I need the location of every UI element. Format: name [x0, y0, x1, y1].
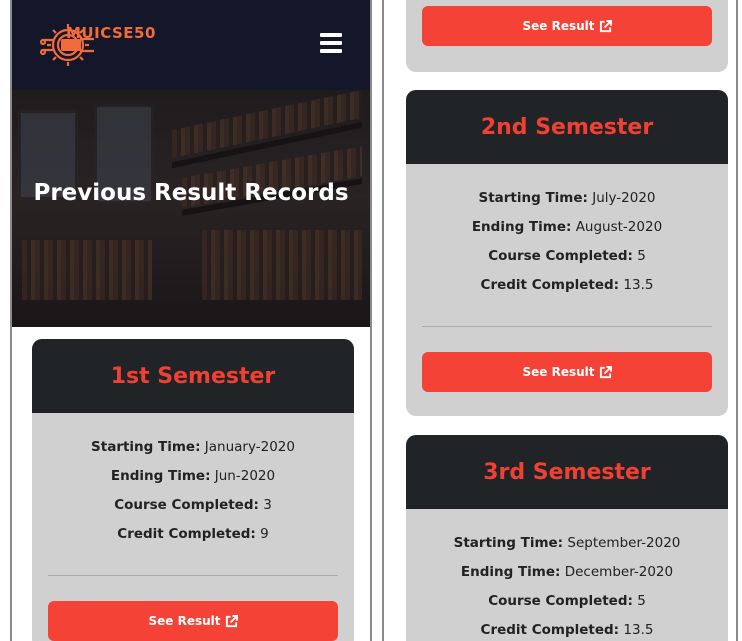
credit-completed-label: Credit Completed:	[480, 277, 620, 293]
ending-time-value: December-2020	[564, 564, 674, 580]
page-title: Previous Result Records	[33, 180, 349, 206]
card-header: 3rd Semester	[406, 435, 728, 509]
see-result-button[interactable]: See Result	[422, 352, 712, 392]
course-completed-label: Course Completed:	[114, 497, 259, 513]
starting-time-value: July-2020	[592, 190, 656, 206]
semester-title: 2nd Semester	[480, 114, 654, 140]
logo-text: MUICSE50	[66, 24, 156, 42]
starting-time-label: Starting Time:	[478, 190, 588, 206]
left-screen: MUICSE50 Previous Result Records 1st Sem…	[10, 0, 372, 641]
external-link-icon	[599, 19, 612, 32]
ending-time-value: Jun-2020	[214, 468, 276, 484]
course-completed-value: 5	[637, 248, 646, 264]
ending-time-label: Ending Time:	[460, 564, 561, 580]
semester-card-2: 2nd Semester Starting Time: July-2020 En…	[406, 90, 728, 416]
external-link-icon	[599, 365, 612, 378]
hero-banner: Previous Result Records	[12, 90, 370, 327]
external-link-icon	[225, 614, 238, 627]
ending-time-value: August-2020	[575, 219, 663, 235]
see-result-button[interactable]: See Result	[48, 601, 338, 641]
starting-time-label: Starting Time:	[91, 439, 201, 455]
right-screen: See Result 2nd Semester Starting Time: J…	[382, 0, 738, 641]
ending-time-label: Ending Time:	[471, 219, 572, 235]
starting-time-value: September-2020	[567, 535, 681, 551]
hamburger-menu-icon[interactable]	[320, 33, 342, 53]
starting-time-value: January-2020	[204, 439, 295, 455]
see-result-button[interactable]: See Result	[422, 6, 712, 46]
button-label: See Result	[148, 614, 221, 628]
divider	[422, 326, 712, 327]
credit-completed-value: 9	[260, 526, 269, 542]
site-header: MUICSE50	[12, 0, 370, 90]
credit-completed-value: 13.5	[623, 277, 654, 293]
starting-time-label: Starting Time:	[453, 535, 564, 551]
semester-title: 3rd Semester	[483, 459, 651, 485]
credit-completed-label: Credit Completed:	[480, 622, 620, 638]
card-header: 1st Semester	[32, 339, 354, 413]
button-label: See Result	[522, 19, 595, 33]
semester-card-3: 3rd Semester Starting Time: September-20…	[406, 435, 728, 641]
card-header: 2nd Semester	[406, 90, 728, 164]
course-completed-label: Course Completed:	[488, 248, 633, 264]
semester-title: 1st Semester	[110, 363, 276, 389]
course-completed-label: Course Completed:	[488, 593, 633, 609]
button-label: See Result	[522, 365, 595, 379]
credit-completed-value: 13.5	[623, 622, 654, 638]
semester-card-1: 1st Semester Starting Time: January-2020…	[32, 339, 354, 641]
divider	[48, 575, 338, 576]
course-completed-value: 5	[637, 593, 646, 609]
ending-time-label: Ending Time:	[110, 468, 211, 484]
course-completed-value: 3	[263, 497, 272, 513]
credit-completed-label: Credit Completed:	[117, 526, 256, 542]
